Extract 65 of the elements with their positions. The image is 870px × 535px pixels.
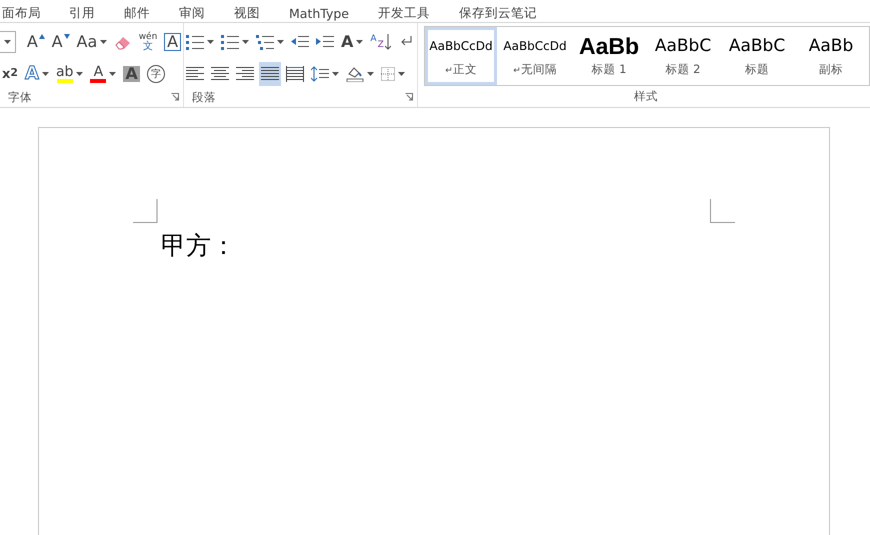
paint-bucket-icon xyxy=(346,66,364,82)
sizebox-button[interactable] xyxy=(0,31,16,53)
style-item[interactable]: AaBbCcDd ↵正文 xyxy=(425,27,497,85)
style-preview: AaBbCcDd xyxy=(429,38,493,54)
eraser-icon xyxy=(114,34,132,50)
align-right-icon xyxy=(236,66,254,82)
arrow-icon xyxy=(38,34,45,39)
ribbon-tab[interactable]: 保存到云笔记 xyxy=(458,5,537,22)
style-item[interactable]: AaBb 标题 1 xyxy=(573,27,645,85)
multilevel-list-icon xyxy=(256,34,274,50)
line-spacing-icon xyxy=(311,66,329,82)
dialog-launcher-icon[interactable] xyxy=(405,93,413,101)
phonetic-button[interactable]: wén 文 xyxy=(136,30,160,54)
ribbon-tab[interactable]: MathType xyxy=(289,6,349,21)
group-label: 段落 xyxy=(192,90,216,104)
crop-mark-icon xyxy=(710,199,735,223)
style-item[interactable]: AaBb 副标 xyxy=(795,27,867,85)
style-item[interactable]: AaBbC 标题 2 xyxy=(647,27,719,85)
group-label: 样式 xyxy=(634,88,658,104)
increase-indent-icon xyxy=(316,35,334,49)
ribbon-tab[interactable]: 邮件 xyxy=(124,5,150,22)
style-preview: AaBbC xyxy=(728,36,786,56)
style-name: 标题 2 xyxy=(666,62,700,76)
dialog-launcher-icon[interactable] xyxy=(171,93,179,101)
ribbon-tab[interactable]: 引用 xyxy=(69,5,95,22)
style-name: 副标 xyxy=(819,62,843,76)
style-name: ↵无间隔 xyxy=(513,62,557,76)
justify-button[interactable] xyxy=(259,62,281,86)
ribbon-tab[interactable]: 视图 xyxy=(234,5,260,22)
style-item[interactable]: AaBbC 标题 xyxy=(721,27,793,85)
arrow-icon xyxy=(64,34,70,39)
group-label: 字体 xyxy=(8,90,32,104)
crop-mark-icon xyxy=(133,199,158,223)
align-justify-icon xyxy=(261,66,279,82)
enclose-button[interactable]: 字 xyxy=(144,62,167,86)
style-name: 标题 xyxy=(745,62,769,76)
fontcolor-button[interactable]: A xyxy=(88,62,118,86)
numbered-list-icon xyxy=(221,34,239,50)
highlight-button[interactable]: ab xyxy=(54,62,86,86)
style-preview: AaBbC xyxy=(654,36,712,56)
style-preview: AaBbCcDd xyxy=(503,38,567,54)
ribbon-tab[interactable]: 面布局 xyxy=(2,5,41,22)
down-arrow-icon xyxy=(384,34,391,50)
case-button[interactable]: Aa xyxy=(74,30,109,54)
align-center-icon xyxy=(211,66,229,82)
style-item[interactable]: AaBbCcDd ↵无间隔 xyxy=(499,27,571,85)
decrease-indent-icon xyxy=(291,35,309,49)
effects-button[interactable]: A xyxy=(23,62,51,86)
sort-button[interactable]: A Z xyxy=(368,30,393,54)
shrink-button[interactable]: A xyxy=(50,30,72,54)
border-button[interactable]: A xyxy=(162,30,183,54)
asian-button[interactable]: A xyxy=(339,30,366,54)
document-text: 甲方： xyxy=(161,230,237,262)
align-left-icon xyxy=(186,66,204,82)
style-name: ↵正文 xyxy=(445,62,477,76)
borders-icon xyxy=(381,67,395,81)
ribbon-tab[interactable]: 开发工具 xyxy=(378,5,430,22)
style-preview: AaBb xyxy=(808,36,854,56)
bulleted-list-icon xyxy=(186,34,204,50)
style-name: 标题 1 xyxy=(592,62,626,76)
ribbon-tab[interactable]: 审阅 xyxy=(179,5,205,22)
style-preview: AaBb xyxy=(578,36,640,56)
superscript-button[interactable]: x$^{2}$ xyxy=(0,62,20,86)
grow-button[interactable]: A xyxy=(25,30,47,54)
align-distributed-icon xyxy=(286,66,304,82)
